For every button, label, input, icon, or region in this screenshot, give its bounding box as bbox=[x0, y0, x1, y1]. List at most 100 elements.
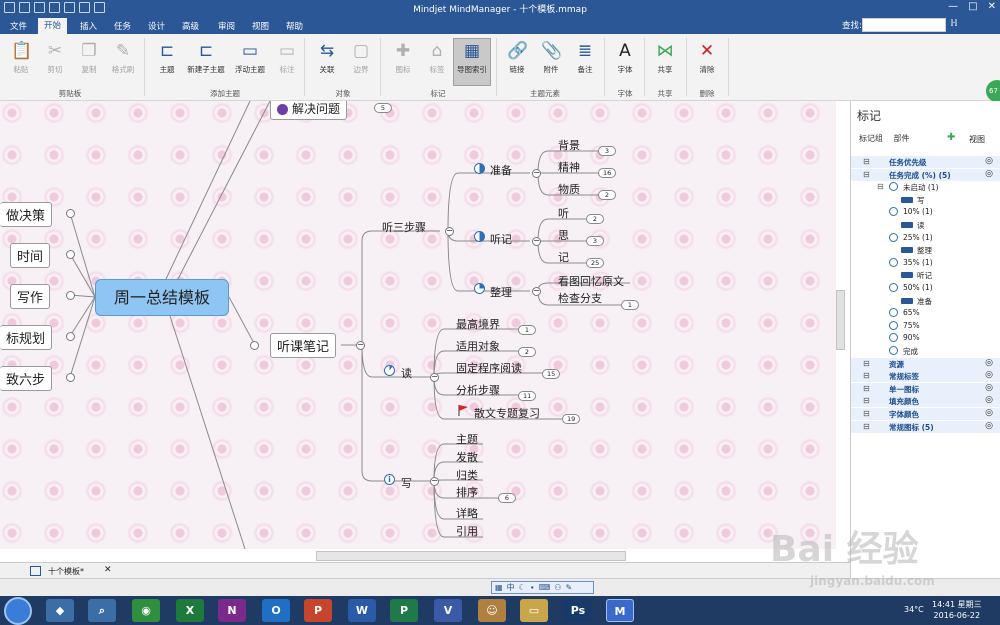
collapse-toggle[interactable]: − bbox=[356, 341, 365, 350]
topic-recall[interactable]: 看图回忆原文 bbox=[558, 273, 624, 289]
topic-record[interactable]: 记 bbox=[558, 249, 569, 265]
topic-read-item[interactable]: 固定程序阅读 bbox=[456, 360, 522, 376]
tree-toggle-icon[interactable]: ⊟ bbox=[863, 371, 870, 380]
topic-writing[interactable]: 写作 bbox=[10, 284, 51, 309]
tab-parts[interactable]: 部件 bbox=[894, 134, 910, 143]
marker-topic-row[interactable]: 整理 bbox=[851, 244, 1000, 256]
tree-toggle-icon[interactable]: ⊟ bbox=[863, 157, 870, 166]
topic-planning[interactable]: 标规划 bbox=[0, 325, 53, 350]
taskbar-photoshop[interactable]: Ps bbox=[564, 599, 592, 622]
maximize-icon[interactable]: □ bbox=[968, 1, 977, 12]
close-icon[interactable]: ✕ bbox=[988, 1, 996, 12]
topic-listen-record[interactable]: 听记 bbox=[490, 231, 512, 247]
topic-check-branch[interactable]: 检查分支 bbox=[558, 290, 602, 306]
collapse-toggle[interactable]: − bbox=[430, 373, 439, 382]
marker-group-row[interactable]: ⊟ 常规标签 ◎ bbox=[851, 370, 1000, 383]
subtopic-button[interactable]: ⊏ 新建子主题 bbox=[184, 39, 228, 75]
topic-write-item[interactable]: 主题 bbox=[456, 431, 478, 447]
icon-button[interactable]: ✚ 图标 bbox=[384, 39, 422, 75]
taskbar-app[interactable]: ◆ bbox=[46, 599, 74, 622]
map-canvas[interactable]: 解决问题 5 做决策 时间 写作 标规划 致六步 周一总结模板 听课笔记 − 听… bbox=[0, 101, 836, 549]
tab-insert[interactable]: 插入 bbox=[74, 19, 103, 33]
callout-button[interactable]: ▭ 标注 bbox=[268, 39, 306, 75]
marker-group-row[interactable]: ⊟ 填充颜色 ◎ bbox=[851, 395, 1000, 408]
start-button[interactable] bbox=[4, 597, 32, 625]
floating-topic-button[interactable]: ▭ 浮动主题 bbox=[230, 39, 270, 75]
topic-read-item[interactable]: 分析步骤 bbox=[456, 382, 500, 398]
marker-row[interactable]: 50% (1) bbox=[851, 282, 1000, 294]
topic-read[interactable]: 读 bbox=[401, 365, 412, 381]
taskbar-project[interactable]: P bbox=[390, 599, 418, 622]
tab-help[interactable]: 帮助 bbox=[280, 19, 309, 33]
tab-view[interactable]: 视图 bbox=[246, 19, 275, 33]
tree-toggle-icon[interactable]: ⊟ bbox=[863, 422, 870, 431]
paste-button[interactable]: 📋 粘贴 bbox=[2, 39, 40, 75]
notes-button[interactable]: ≣ 备注 bbox=[566, 39, 604, 75]
central-topic[interactable]: 周一总结模板 bbox=[95, 279, 229, 316]
boundary-button[interactable]: ▢ 边界 bbox=[342, 39, 380, 75]
topic-time[interactable]: 时间 bbox=[10, 243, 51, 268]
marker-group-row[interactable]: ⊟ 资源 ◎ bbox=[851, 357, 1000, 370]
notification-badge[interactable]: 67 bbox=[986, 80, 1000, 102]
collapse-toggle[interactable] bbox=[66, 250, 75, 259]
collapse-toggle[interactable]: − bbox=[532, 287, 541, 296]
topic-three-steps[interactable]: 听三步骤 bbox=[382, 219, 426, 235]
topic-read-item[interactable]: 最高境界 bbox=[456, 316, 500, 332]
marker-topic-row[interactable]: 听记 bbox=[851, 269, 1000, 281]
marker-row[interactable]: 65% bbox=[851, 307, 1000, 319]
tab-review[interactable]: 审阅 bbox=[212, 19, 241, 33]
topic-prepare[interactable]: 准备 bbox=[490, 162, 512, 178]
taskbar-outlook[interactable]: O bbox=[262, 599, 290, 622]
topic-listen[interactable]: 听 bbox=[558, 205, 569, 221]
topic-button[interactable]: ⊏ 主题 bbox=[148, 39, 186, 75]
collapse-toggle[interactable]: − bbox=[445, 227, 454, 236]
topic-solve-problem[interactable]: 解决问题 bbox=[270, 101, 348, 120]
add-marker-icon[interactable]: ✚ bbox=[947, 132, 955, 143]
marker-topic-row[interactable]: 写 bbox=[851, 194, 1000, 206]
taskbar-app[interactable]: ⌕ bbox=[88, 599, 116, 622]
collapse-toggle[interactable]: − bbox=[532, 169, 541, 178]
tab-file[interactable]: 文件 bbox=[4, 19, 33, 33]
user-icon[interactable]: ⚇ bbox=[554, 583, 561, 592]
copy-button[interactable]: ❐ 复制 bbox=[70, 39, 108, 75]
marker-group-row[interactable]: ⊟ 单一图标 ◎ bbox=[851, 382, 1000, 395]
format-painter-button[interactable]: ✎ 格式刷 bbox=[104, 39, 142, 75]
marker-group-row[interactable]: ⊟ 任务完成 (%) (5) ◎ bbox=[851, 168, 1000, 181]
collapse-toggle[interactable]: − bbox=[430, 477, 439, 486]
collapse-toggle[interactable]: − bbox=[532, 237, 541, 246]
taskbar-folder[interactable]: ▭ bbox=[520, 599, 548, 622]
find-input[interactable] bbox=[862, 18, 946, 32]
marker-row[interactable]: 75% bbox=[851, 320, 1000, 332]
taskbar-app[interactable]: ☺ bbox=[478, 599, 506, 622]
chinese-input-icon[interactable]: 中 bbox=[507, 582, 515, 593]
topic-decision[interactable]: 做决策 bbox=[0, 202, 53, 227]
topic-read-item[interactable]: 适用对象 bbox=[456, 338, 500, 354]
collapse-toggle[interactable] bbox=[66, 209, 75, 218]
taskbar-visio[interactable]: V bbox=[434, 599, 462, 622]
topic-lecture-notes[interactable]: 听课笔记 bbox=[270, 333, 337, 358]
tree-toggle-icon[interactable]: ⊟ bbox=[877, 182, 884, 191]
marker-row[interactable]: 25% (1) bbox=[851, 232, 1000, 244]
keyboard-icon[interactable]: ⌨ bbox=[539, 583, 551, 592]
topic-write-item[interactable]: 详略 bbox=[456, 505, 478, 521]
marker-group-row[interactable]: ⊟ 常规图标 (5) ◎ bbox=[851, 420, 1000, 433]
panel-view-menu[interactable]: 视图 bbox=[969, 134, 985, 145]
link-button[interactable]: 🔗 链接 bbox=[498, 39, 536, 75]
tree-toggle-icon[interactable]: ⊟ bbox=[863, 359, 870, 368]
tab-home[interactable]: 开始 bbox=[38, 18, 68, 34]
attachment-button[interactable]: 📎 附件 bbox=[532, 39, 570, 75]
wrench-icon[interactable]: ✎ bbox=[565, 583, 572, 592]
topic-read-item[interactable]: 散文专题复习 bbox=[474, 405, 540, 421]
taskbar-app[interactable]: ◉ bbox=[132, 599, 160, 622]
tree-toggle-icon[interactable]: ⊟ bbox=[863, 396, 870, 405]
tab-marker-groups[interactable]: 标记组 bbox=[859, 134, 883, 143]
marker-row[interactable]: ⊟ 未启动 (1) bbox=[851, 181, 1000, 193]
taskbar-mindmanager[interactable]: M bbox=[606, 599, 634, 622]
topic-write-item[interactable]: 发散 bbox=[456, 449, 478, 465]
tag-button[interactable]: ⌂ 标签 bbox=[418, 39, 456, 75]
close-doc-icon[interactable]: ✕ bbox=[104, 565, 112, 575]
taskbar-excel[interactable]: X bbox=[176, 599, 204, 622]
tab-task[interactable]: 任务 bbox=[108, 19, 137, 33]
topic-write[interactable]: 写 bbox=[401, 475, 412, 491]
tab-design[interactable]: 设计 bbox=[142, 19, 171, 33]
